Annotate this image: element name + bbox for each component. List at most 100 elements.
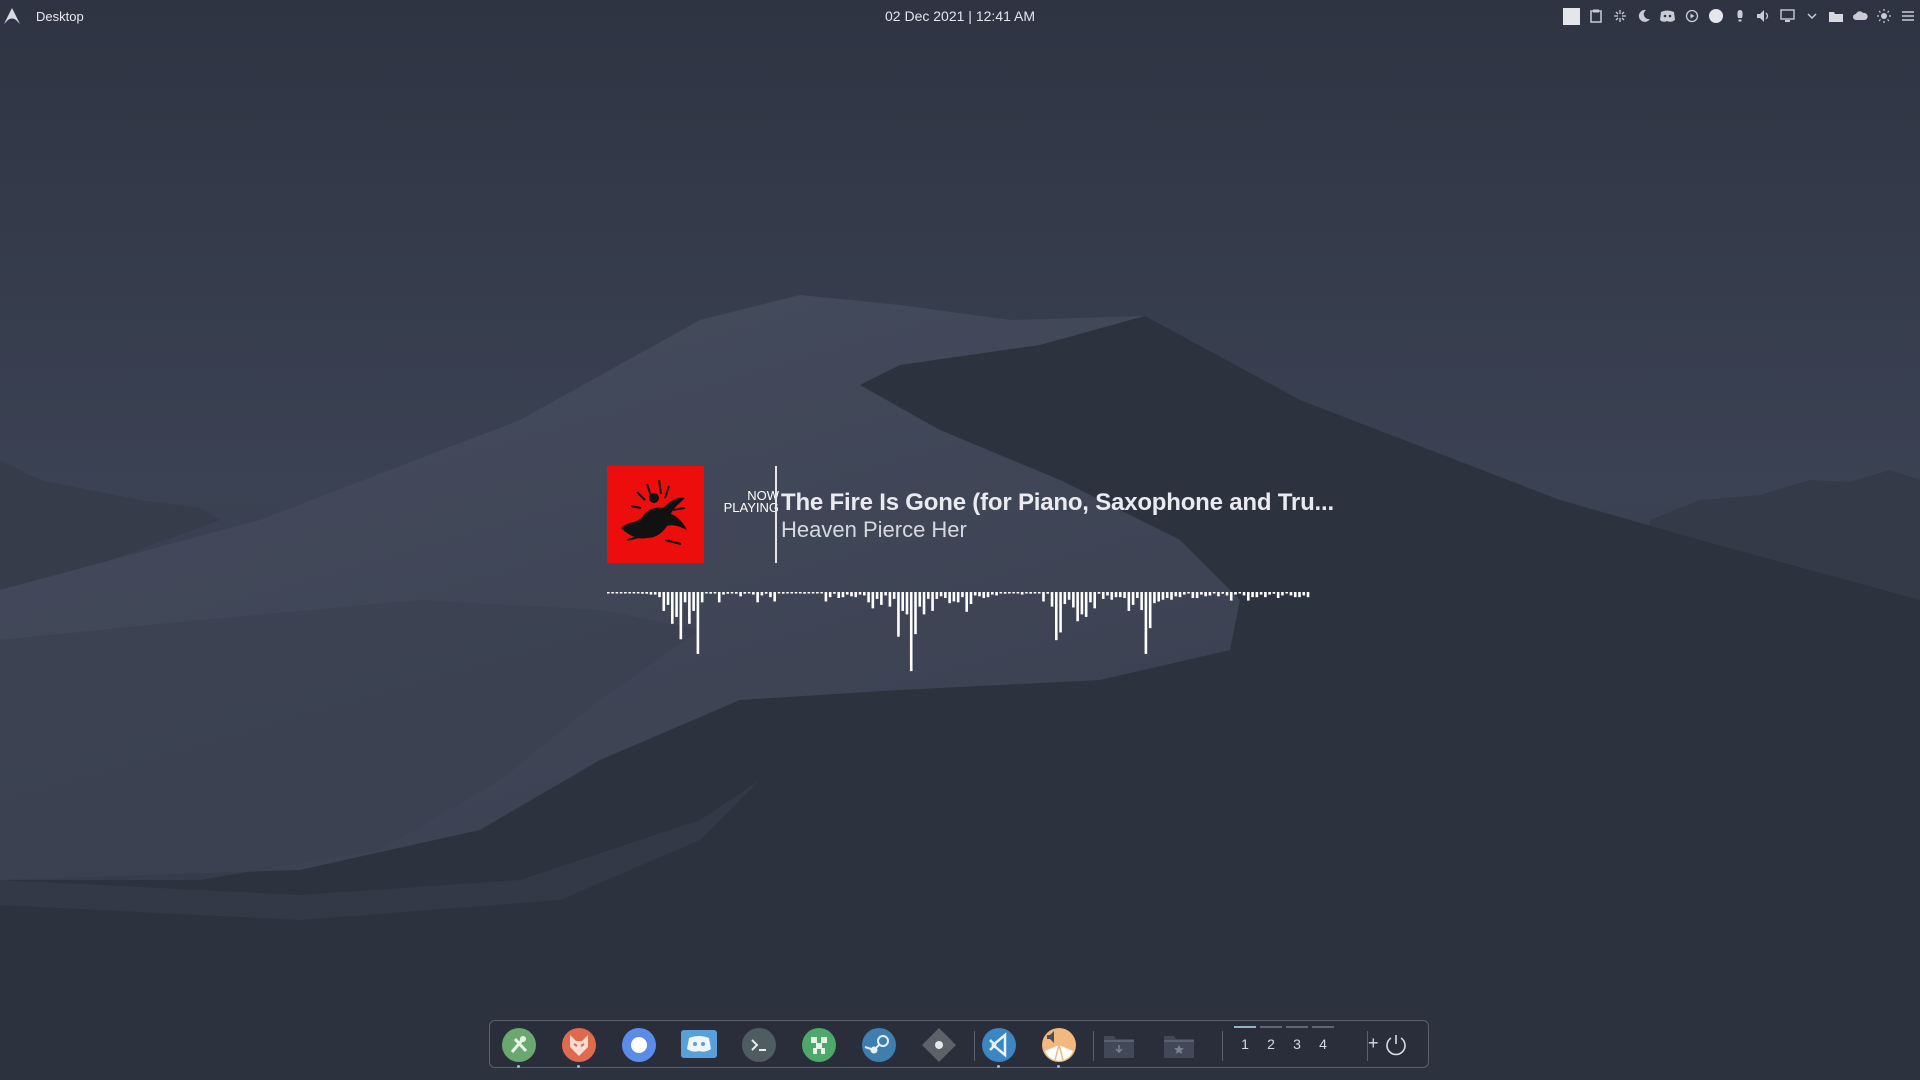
window-square-icon[interactable] — [1563, 7, 1580, 25]
visualizer-bar — [628, 592, 631, 594]
visualizer-bar — [717, 592, 721, 603]
visualizer-bar — [922, 592, 926, 615]
desktop-3[interactable]: 3 — [1286, 1021, 1308, 1069]
visualizer-bar — [799, 592, 802, 594]
dock-separator — [974, 1031, 975, 1061]
visualizer-bar — [747, 592, 751, 594]
brightness-icon[interactable] — [1875, 8, 1892, 25]
visualizer-bar — [658, 592, 661, 598]
desktop-4[interactable]: 4 — [1312, 1021, 1334, 1069]
active-window-title: Desktop — [36, 9, 84, 24]
dock-app-vscode[interactable] — [981, 1027, 1017, 1068]
visualizer-bar — [884, 592, 887, 596]
visualizer-bar — [1110, 592, 1114, 600]
visualizer-bar — [1259, 592, 1263, 595]
visualizer-bar — [837, 592, 840, 599]
visualizer-bar — [1293, 592, 1297, 598]
notifications-icon[interactable] — [1731, 8, 1748, 25]
desktop-indicator-bar — [1234, 1026, 1256, 1028]
visualizer-bar — [1046, 592, 1050, 594]
arch-launcher-icon[interactable] — [3, 7, 21, 25]
starred-folder-icon — [1164, 1036, 1194, 1058]
visualizer-bar — [858, 592, 862, 595]
discord-tray-icon[interactable] — [1659, 8, 1676, 25]
visualizer-bar — [824, 592, 828, 602]
dock-app-chromium[interactable] — [621, 1027, 657, 1063]
dock-app-downloads[interactable] — [1101, 1027, 1137, 1063]
visualizer-bar — [914, 592, 917, 635]
desktop-number: 3 — [1293, 1036, 1301, 1052]
visualizer-bar — [1191, 592, 1195, 599]
dock-app-minecraft[interactable] — [801, 1027, 837, 1063]
desktop-number: 4 — [1319, 1036, 1327, 1052]
desktop-1[interactable]: 1 — [1234, 1021, 1256, 1069]
system-tray — [1563, 7, 1916, 25]
visualizer-bar — [1268, 592, 1271, 595]
visualizer-bar — [641, 592, 644, 594]
visualizer-bar — [1161, 592, 1165, 600]
media-play-icon[interactable] — [1683, 8, 1700, 25]
visualizer-bar — [607, 592, 610, 594]
power-icon[interactable] — [1383, 1032, 1409, 1058]
expand-tray-icon[interactable] — [1803, 8, 1820, 25]
visualizer-bar — [1200, 592, 1203, 595]
visualizer-bar — [662, 592, 666, 611]
visualizer-bar — [1131, 592, 1135, 605]
weather-cloud-icon[interactable] — [1851, 8, 1868, 25]
visualizer-bar — [888, 592, 892, 607]
visualizer-bar — [1298, 592, 1301, 598]
dock-app-terminal[interactable] — [741, 1027, 777, 1063]
visualizer-bar — [752, 592, 755, 595]
add-desktop-button[interactable]: + — [1368, 1034, 1379, 1052]
firefox-fox-icon — [562, 1028, 596, 1062]
visualizer-bar — [867, 592, 870, 603]
album-art[interactable] — [607, 466, 704, 563]
dock-app-audio-player[interactable] — [1041, 1027, 1077, 1068]
display-icon[interactable] — [1779, 8, 1796, 25]
now-playing-label: NOW PLAYING — [707, 489, 779, 515]
steam-icon — [862, 1028, 896, 1062]
dock-app-settings[interactable] — [501, 1027, 537, 1068]
visualizer-bar — [863, 592, 866, 596]
dock-app-favorites[interactable] — [1161, 1027, 1197, 1063]
visualizer-bar — [1208, 592, 1212, 596]
visualizer-bar — [969, 592, 973, 605]
visualizer-bar — [653, 592, 657, 595]
desktop: Desktop 02 Dec 2021 | 12:41 AM NOW PLAYI… — [0, 0, 1920, 1080]
dock-app-discord[interactable] — [681, 1027, 717, 1063]
visualizer-bar — [875, 592, 879, 599]
visualizer-bar — [850, 592, 853, 597]
clock[interactable]: 02 Dec 2021 | 12:41 AM — [885, 8, 1035, 24]
visualizer-bar — [995, 592, 998, 596]
night-mode-icon[interactable] — [1635, 8, 1652, 25]
dock-app-obs[interactable] — [921, 1027, 957, 1063]
dock-app-firefox[interactable] — [561, 1027, 597, 1068]
visualizer-bar — [1016, 592, 1020, 594]
running-indicator — [577, 1065, 580, 1068]
visualizer-bar — [803, 592, 806, 594]
status-circle-icon[interactable] — [1707, 8, 1724, 25]
chromium-icon — [622, 1028, 656, 1062]
desktop-indicator-bar — [1260, 1026, 1282, 1028]
visualizer-bar — [1229, 592, 1233, 601]
visualizer-bar — [986, 592, 990, 598]
visualizer-bar — [700, 592, 704, 603]
desktop-indicator-bar — [1312, 1026, 1334, 1028]
visualizer-bar — [892, 592, 896, 599]
visualizer-bar — [952, 592, 956, 602]
visualizer-bar — [880, 592, 883, 605]
volume-icon[interactable] — [1755, 8, 1772, 25]
dock: 1 2 3 4 + — [489, 1020, 1429, 1068]
visualizer-bar — [1195, 592, 1199, 599]
visualizer-bar — [619, 592, 623, 594]
visualizer-bar — [1153, 592, 1156, 604]
clipboard-icon[interactable] — [1587, 8, 1604, 25]
now-playing-label-line2: PLAYING — [723, 500, 779, 515]
network-activity-icon[interactable] — [1611, 8, 1628, 25]
visualizer-bar — [1093, 592, 1096, 609]
visualizer-bar — [956, 592, 960, 603]
folder-icon[interactable] — [1827, 8, 1844, 25]
desktop-2[interactable]: 2 — [1260, 1021, 1282, 1069]
menu-icon[interactable] — [1899, 8, 1916, 25]
dock-app-steam[interactable] — [861, 1027, 897, 1063]
